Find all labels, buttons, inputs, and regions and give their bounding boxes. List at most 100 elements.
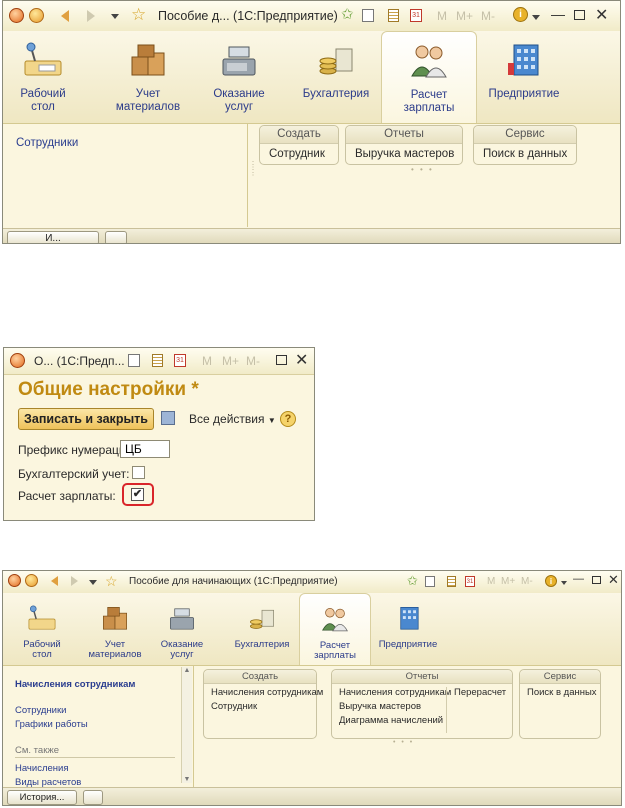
link-report-accruals[interactable]: Начисления сотрудникам	[339, 687, 451, 698]
windows-list-icon[interactable]	[105, 231, 127, 243]
calendar-icon[interactable]: 31	[174, 354, 186, 367]
main-menu-icon[interactable]	[25, 574, 38, 587]
memory-mplus-button[interactable]: M+	[456, 9, 473, 23]
link-recalculation[interactable]: Перерасчет	[454, 687, 506, 698]
accounting-checkbox[interactable]	[132, 466, 145, 479]
memory-m-button[interactable]: M	[202, 354, 212, 368]
memory-mminus-button[interactable]: M-	[246, 354, 260, 368]
back-arrow-icon[interactable]	[61, 10, 69, 22]
nav-scrollbar[interactable]: ▲ ▼	[181, 667, 192, 783]
maximize-icon[interactable]	[574, 10, 585, 20]
history-button[interactable]: История...	[7, 790, 77, 805]
nav-item-employees[interactable]: Сотрудники	[15, 705, 66, 716]
section-payroll[interactable]: Расчет зарплаты	[299, 593, 371, 665]
onec-logo-icon[interactable]	[10, 353, 25, 368]
history-button[interactable]: И...	[7, 231, 99, 244]
forward-arrow-icon[interactable]	[87, 10, 95, 22]
section-desktop[interactable]: Рабочий стол	[17, 603, 67, 665]
link-masters-revenue[interactable]: Выручка мастеров	[355, 148, 454, 160]
section-materials[interactable]: Учет материалов	[85, 603, 145, 665]
section-materials[interactable]: Учет материалов	[113, 39, 183, 123]
all-actions-menu[interactable]: Все действия ▼	[189, 412, 276, 426]
nav-heading[interactable]: Начисления сотрудникам	[15, 679, 135, 690]
column-divider	[446, 687, 447, 733]
info-icon[interactable]: i	[513, 7, 528, 22]
history-dropdown-icon[interactable]	[111, 14, 119, 19]
maximize-icon[interactable]	[592, 576, 601, 584]
section-accounting[interactable]: Бухгалтерия	[231, 603, 293, 665]
link-accruals-chart[interactable]: Диаграмма начислений	[339, 715, 443, 726]
section-enterprise[interactable]: Предприятие	[375, 603, 441, 665]
section-accounting[interactable]: Бухгалтерия	[301, 39, 371, 123]
favorites-star-icon[interactable]: ☆	[105, 574, 118, 588]
print-icon[interactable]	[362, 9, 374, 22]
splitter-handle-icon[interactable]: ⋮ ⋮	[249, 161, 257, 177]
memory-mminus-button[interactable]: M-	[481, 9, 495, 23]
group-create: Создать Сотрудник	[259, 125, 339, 165]
payroll-checkbox[interactable]: ✔	[131, 488, 144, 501]
memory-m-button[interactable]: M	[487, 576, 495, 587]
link-data-search[interactable]: Поиск в данных	[527, 687, 597, 698]
nav-item-schedules[interactable]: Графики работы	[15, 719, 88, 730]
link-masters-revenue[interactable]: Выручка мастеров	[339, 701, 421, 712]
history-button-label: И...	[45, 232, 61, 244]
calendar-icon[interactable]: 31	[410, 9, 422, 22]
memory-mplus-button[interactable]: M+	[501, 576, 515, 587]
close-icon[interactable]: ✕	[595, 5, 608, 25]
close-icon[interactable]: ✕	[295, 350, 308, 370]
save-and-close-button[interactable]: Записать и закрыть	[18, 408, 154, 430]
memory-m-button[interactable]: M	[437, 9, 447, 23]
section-enterprise[interactable]: Предприятие	[487, 39, 561, 123]
navigation-panel: Сотрудники	[3, 123, 248, 227]
calculator-icon[interactable]	[388, 9, 399, 22]
info-icon[interactable]: i	[545, 575, 557, 587]
link-employee[interactable]: Сотрудник	[211, 701, 257, 712]
close-icon[interactable]: ✕	[608, 572, 619, 588]
add-favorite-icon[interactable]: ✩	[407, 574, 418, 587]
link-employee-accruals[interactable]: Начисления сотрудникам	[211, 687, 323, 698]
calculator-icon[interactable]	[152, 354, 163, 367]
section-services[interactable]: Оказание услуг	[207, 39, 271, 123]
save-disk-icon[interactable]	[161, 411, 175, 425]
onec-logo-icon[interactable]	[9, 8, 24, 23]
help-icon[interactable]: ?	[280, 411, 296, 427]
history-button-label: История...	[19, 792, 65, 803]
maximize-icon[interactable]	[276, 355, 287, 365]
scroll-down-icon[interactable]: ▼	[182, 776, 192, 783]
group-title: Отчеты	[332, 670, 512, 684]
memory-mplus-button[interactable]: M+	[222, 354, 239, 368]
section-label-line1: Бухгалтерия	[234, 639, 290, 650]
memory-mminus-button[interactable]: M-	[521, 576, 533, 587]
info-dropdown-icon[interactable]	[561, 581, 567, 585]
minimize-icon[interactable]: —	[573, 573, 584, 585]
calculator-icon[interactable]	[447, 576, 456, 587]
cash-register-icon	[170, 608, 194, 630]
nav-item-employees[interactable]: Сотрудники	[16, 137, 78, 149]
section-label-line2: стол	[32, 649, 52, 661]
group-title: Создать	[204, 670, 316, 684]
windows-list-icon[interactable]	[83, 790, 103, 805]
onec-logo-icon[interactable]	[8, 574, 21, 587]
section-payroll[interactable]: Расчет зарплаты	[381, 31, 477, 123]
link-employee[interactable]: Сотрудник	[269, 148, 325, 160]
section-services[interactable]: Оказание услуг	[153, 603, 211, 665]
add-favorite-icon[interactable]: ✩	[341, 7, 354, 22]
nav-item-accruals[interactable]: Начисления	[15, 763, 68, 774]
main-menu-icon[interactable]	[29, 8, 44, 23]
all-actions-label: Все действия	[189, 412, 265, 426]
print-icon[interactable]	[128, 354, 140, 367]
favorites-star-icon[interactable]: ☆	[131, 6, 146, 23]
minimize-icon[interactable]: —	[551, 6, 565, 22]
history-dropdown-icon[interactable]	[89, 580, 97, 585]
calendar-icon[interactable]: 31	[465, 576, 475, 587]
section-desktop[interactable]: Рабочий стол	[13, 39, 73, 123]
info-dropdown-icon[interactable]	[532, 15, 540, 20]
link-data-search[interactable]: Поиск в данных	[483, 148, 567, 160]
forward-arrow-icon[interactable]	[71, 576, 78, 586]
print-icon[interactable]	[425, 576, 435, 587]
prefix-input[interactable]	[120, 440, 170, 458]
group-title: Создать	[260, 126, 338, 144]
desk-icon	[24, 42, 62, 76]
back-arrow-icon[interactable]	[51, 576, 58, 586]
scroll-up-icon[interactable]: ▲	[182, 667, 192, 674]
